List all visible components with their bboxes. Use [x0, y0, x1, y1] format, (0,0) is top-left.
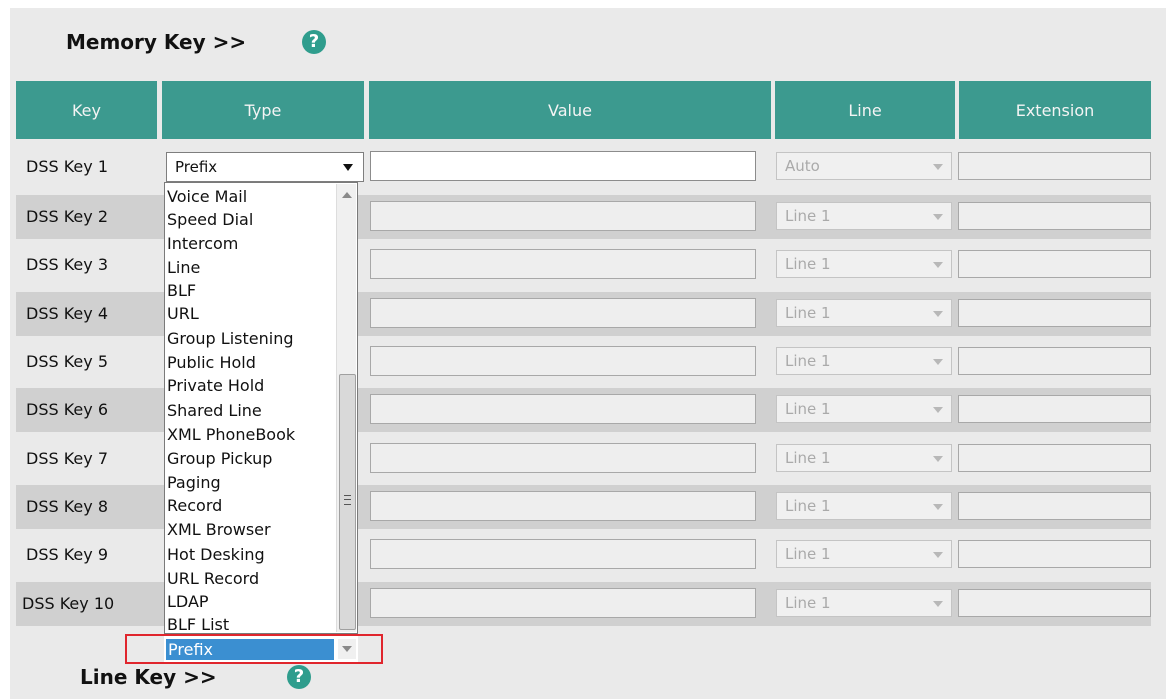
line-select-value: Line 1	[785, 545, 831, 563]
chevron-down-icon	[933, 311, 943, 317]
memory-key-title: Memory Key >>	[66, 30, 247, 54]
scrollbar-thumb[interactable]	[339, 374, 356, 630]
line-select-value: Line 1	[785, 594, 831, 612]
dss-key-4-value-input[interactable]	[370, 298, 756, 328]
header-type: Type	[162, 81, 364, 139]
type-option[interactable]: Paging	[167, 473, 335, 492]
dss-key-6-value-input[interactable]	[370, 394, 756, 424]
type-option[interactable]: Private Hold	[167, 376, 335, 395]
callout-highlight-box	[125, 634, 383, 664]
line-select-value: Line 1	[785, 207, 831, 225]
header-extension: Extension	[959, 81, 1151, 139]
line-key-help-icon[interactable]: ?	[287, 665, 311, 689]
dss-key-1-value-input[interactable]	[370, 151, 756, 181]
header-line: Line	[775, 81, 955, 139]
dss-key-3-value-input[interactable]	[370, 249, 756, 279]
scroll-grip-icon	[344, 495, 351, 505]
dss-key-9-line-select[interactable]: Line 1	[776, 540, 952, 568]
dss-key-8-label: DSS Key 8	[26, 497, 108, 516]
type-option[interactable]: XML Browser	[167, 520, 335, 539]
dss-key-6-extension-input[interactable]	[958, 395, 1151, 423]
dss-key-9-extension-input[interactable]	[958, 540, 1151, 568]
line-select-value: Line 1	[785, 497, 831, 515]
dss-key-5-label: DSS Key 5	[26, 352, 108, 371]
type-option[interactable]: BLF	[167, 281, 335, 300]
type-option[interactable]: Group Listening	[167, 329, 335, 348]
dss-key-2-extension-input[interactable]	[958, 202, 1151, 230]
line-select-value: Line 1	[785, 400, 831, 418]
dss-key-4-label: DSS Key 4	[26, 304, 108, 323]
line-select-value: Line 1	[785, 255, 831, 273]
type-option[interactable]: Public Hold	[167, 353, 335, 372]
line-select-value: Line 1	[785, 449, 831, 467]
type-option[interactable]: LDAP	[167, 592, 335, 611]
line-select-value: Line 1	[785, 304, 831, 322]
dss-key-7-extension-input[interactable]	[958, 444, 1151, 472]
scroll-up-icon[interactable]	[337, 188, 357, 202]
dss-key-3-label: DSS Key 3	[26, 255, 108, 274]
type-option[interactable]: Group Pickup	[167, 449, 335, 468]
type-dropdown-list[interactable]: Voice Mail Speed Dial Intercom Line BLF …	[164, 182, 358, 634]
dss-key-1-line-select[interactable]: Auto	[776, 152, 952, 180]
type-option[interactable]: Shared Line	[167, 401, 335, 420]
chevron-down-icon	[933, 164, 943, 170]
dss-key-3-line-select[interactable]: Line 1	[776, 250, 952, 278]
dss-key-5-extension-input[interactable]	[958, 347, 1151, 375]
chevron-down-icon	[933, 504, 943, 510]
dss-key-8-line-select[interactable]: Line 1	[776, 492, 952, 520]
dss-key-2-label: DSS Key 2	[26, 207, 108, 226]
dss-key-1-extension-input[interactable]	[958, 152, 1151, 180]
dropdown-scrollbar[interactable]	[336, 184, 356, 632]
dss-key-4-line-select[interactable]: Line 1	[776, 299, 952, 327]
dss-key-6-line-select[interactable]: Line 1	[776, 395, 952, 423]
dss-key-6-label: DSS Key 6	[26, 400, 108, 419]
dss-key-3-extension-input[interactable]	[958, 250, 1151, 278]
type-option[interactable]: Intercom	[167, 234, 335, 253]
line-select-value: Line 1	[785, 352, 831, 370]
dss-key-1-label: DSS Key 1	[26, 157, 108, 176]
dss-key-8-value-input[interactable]	[370, 491, 756, 521]
line-select-value: Auto	[785, 157, 820, 175]
header-value: Value	[369, 81, 771, 139]
dss-key-7-value-input[interactable]	[370, 443, 756, 473]
chevron-down-icon	[933, 214, 943, 220]
chevron-down-icon	[933, 359, 943, 365]
chevron-down-icon	[933, 407, 943, 413]
type-option[interactable]: Voice Mail	[167, 187, 335, 206]
header-key: Key	[16, 81, 157, 139]
dss-key-9-value-input[interactable]	[370, 539, 756, 569]
type-option[interactable]: URL Record	[167, 569, 335, 588]
dss-key-7-label: DSS Key 7	[26, 449, 108, 468]
type-option[interactable]: XML PhoneBook	[167, 425, 335, 444]
chevron-down-icon	[933, 601, 943, 607]
chevron-down-icon	[933, 456, 943, 462]
dss-key-9-label: DSS Key 9	[26, 545, 108, 564]
type-option[interactable]: Hot Desking	[167, 545, 335, 564]
dss-key-2-value-input[interactable]	[370, 201, 756, 231]
type-option[interactable]: BLF List	[167, 615, 335, 633]
chevron-down-icon	[933, 552, 943, 558]
dss-key-1-type-select[interactable]: Prefix	[166, 152, 364, 182]
dss-key-10-value-input[interactable]	[370, 588, 756, 618]
dss-key-10-extension-input[interactable]	[958, 589, 1151, 617]
line-key-title: Line Key >>	[80, 665, 217, 689]
dss-key-4-extension-input[interactable]	[958, 299, 1151, 327]
dss-key-10-line-select[interactable]: Line 1	[776, 589, 952, 617]
chevron-down-icon	[933, 262, 943, 268]
type-select-value: Prefix	[175, 158, 218, 176]
type-option[interactable]: Record	[167, 496, 335, 515]
dss-key-7-line-select[interactable]: Line 1	[776, 444, 952, 472]
dss-key-8-extension-input[interactable]	[958, 492, 1151, 520]
dss-key-2-line-select[interactable]: Line 1	[776, 202, 952, 230]
type-option[interactable]: Speed Dial	[167, 210, 335, 229]
memory-key-help-icon[interactable]: ?	[302, 30, 326, 54]
dss-key-10-label: DSS Key 10	[22, 594, 115, 613]
dss-key-5-value-input[interactable]	[370, 346, 756, 376]
chevron-down-icon	[343, 164, 353, 171]
dss-key-5-line-select[interactable]: Line 1	[776, 347, 952, 375]
type-option[interactable]: URL	[167, 304, 335, 323]
type-option[interactable]: Line	[167, 258, 335, 277]
